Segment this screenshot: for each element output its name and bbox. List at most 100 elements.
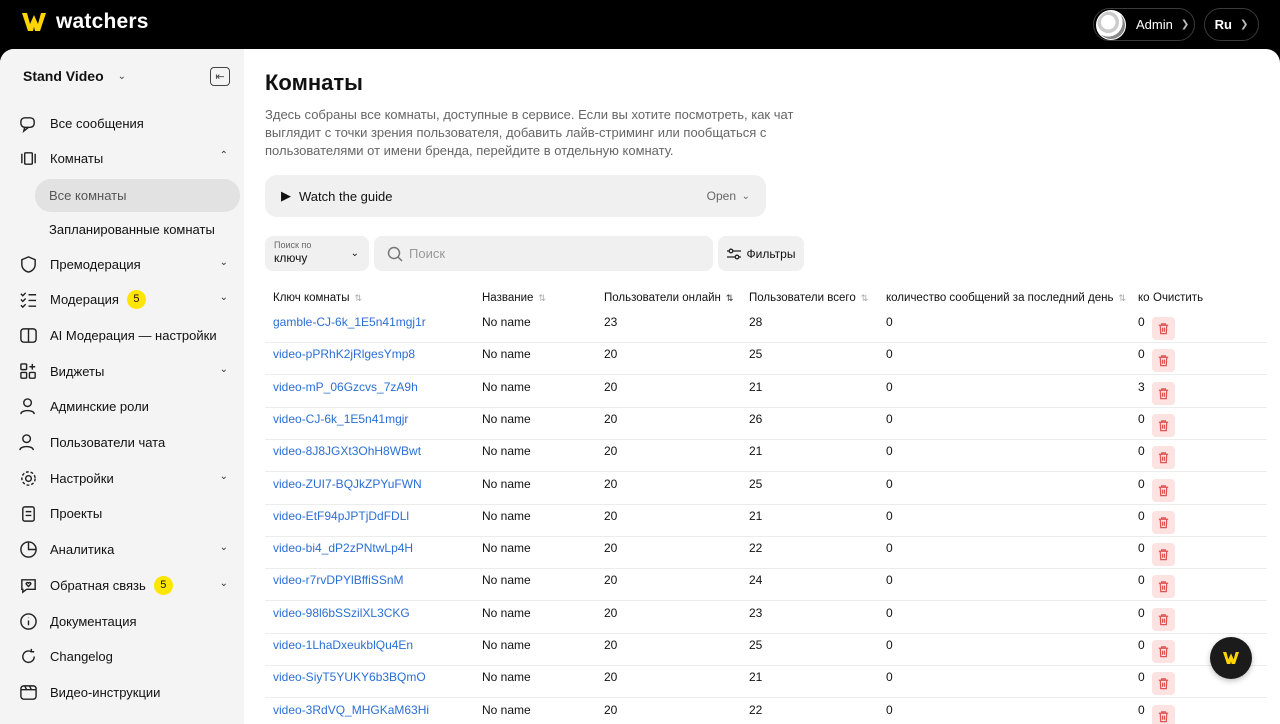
sidebar-item-premoderation[interactable]: Премодерация ⌄ [18,249,234,279]
sidebar-subitem-scheduled-rooms[interactable]: Запланированные комнаты [35,213,240,246]
search-by-select[interactable]: Поиск по ключу ⌄ [265,236,369,271]
sidebar-item-rooms[interactable]: Комнаты ⌃ [18,143,234,173]
sidebar-item-admin-roles[interactable]: Админские роли [18,391,234,421]
trash-icon [1158,484,1169,496]
messages-icon [18,113,38,133]
sort-icon: ⇅ [725,292,734,303]
guide-accordion[interactable]: ▶ Watch the guide Open ⌄ [265,175,766,217]
sidebar-item-ai-moderation[interactable]: AI Модерация — настройки [18,320,234,350]
column-header-users-total[interactable]: Пользователи всего ⇅ [749,292,868,304]
sidebar-item-video-guides[interactable]: Видео-инструкции [18,677,234,707]
table-row: video-pPRhK2jRlgesYmp8 No name 20 25 0 0 [265,343,1267,376]
sidebar-item-widgets[interactable]: Виджеты ⌄ [18,356,234,386]
language-selector[interactable]: Ru ❯ [1204,8,1259,41]
rooms-table: Ключ комнаты ⇅ Название ⇅ Пользователи онл… [265,287,1267,724]
room-key-link[interactable]: video-1LhaDxeukblQu4En [273,638,413,652]
delete-button[interactable] [1152,349,1175,373]
sidebar-item-label: Админские роли [50,398,149,414]
messages-last-day: 0 [886,541,893,556]
room-key-link[interactable]: video-r7rvDPYlBffiSSnM [273,573,404,587]
delete-button[interactable] [1152,640,1175,663]
trash-icon [1158,613,1169,625]
search-field [374,236,713,271]
delete-button[interactable] [1152,478,1175,502]
column-header-room-key[interactable]: Ключ комнаты ⇅ [273,292,362,304]
trash-icon [1158,355,1169,367]
delete-button[interactable] [1152,510,1175,534]
room-key-link[interactable]: video-CJ-6k_1E5n41mgjr [273,412,408,426]
room-name: No name [482,670,531,685]
page-description: Здесь собраны все комнаты, доступные в с… [265,107,794,158]
room-key-link[interactable]: video-mP_06Gzcvs_7zA9h [273,380,418,394]
room-key-link[interactable]: video-98l6bSSzilXL3CKG [273,606,410,620]
room-key-link[interactable]: gamble-CJ-6k_1E5n41mgj1r [273,315,426,329]
sidebar-item-label: Обратная связь [50,577,146,593]
sidebar-item-analytics[interactable]: Аналитика ⌄ [18,534,234,564]
sidebar-item-documentation[interactable]: Документация [18,606,234,636]
users-total: 21 [749,444,763,459]
truncated-value: 0 [1138,315,1145,329]
table-row: video-r7rvDPYlBffiSSnM No name 20 24 0 0 [265,569,1267,602]
table-header: Ключ комнаты ⇅ Название ⇅ Пользователи онл… [265,287,1267,311]
search-input[interactable] [409,246,699,261]
truncated-value: 0 [1138,541,1145,556]
users-online: 20 [604,508,618,523]
truncated-value: 0 [1138,702,1145,717]
sidebar-item-all-messages[interactable]: Все сообщения [18,108,234,138]
users-total: 28 [749,315,763,329]
sort-icon: ⇅ [354,292,363,303]
room-key-link[interactable]: video-pPRhK2jRlgesYmp8 [273,347,415,361]
room-key-link[interactable]: video-EtF94pJPTjDdFDLl [273,509,409,523]
chevron-up-icon: ⌃ [219,150,228,161]
guide-open-label: Open [706,189,736,203]
sidebar-item-changelog[interactable]: Changelog [18,641,234,671]
user-menu-button[interactable]: Admin ❯ [1093,8,1195,41]
chevron-down-icon: ⌄ [350,248,359,259]
column-header-truncated[interactable]: ко [1138,292,1150,304]
delete-button[interactable] [1152,317,1175,340]
sidebar-item-moderation[interactable]: Модерация 5 ⌄ [18,284,234,314]
sidebar-item-feedback[interactable]: Обратная связь 5 ⌄ [18,570,234,600]
collapse-sidebar-button[interactable]: ⇤ [210,67,230,86]
search-by-value: ключу [274,251,308,265]
delete-button[interactable] [1152,704,1175,724]
sidebar-item-settings[interactable]: Настройки ⌄ [18,463,234,493]
filters-button[interactable]: Фильтры [718,236,804,271]
column-header-users-online[interactable]: Пользователи онлайн ⇅ [604,292,733,304]
delete-button[interactable] [1152,543,1175,567]
room-key-link[interactable]: video-bi4_dP2zPNtwLp4H [273,541,413,555]
sidebar-item-chat-users[interactable]: Пользователи чата [18,427,234,457]
play-icon: ▶ [281,188,291,203]
sort-icon: ⇅ [860,292,869,303]
users-total: 21 [749,508,763,523]
project-selector[interactable]: Stand Video ⌄ [23,68,126,84]
column-header-name[interactable]: Название ⇅ [482,292,546,304]
column-header-messages-last-day[interactable]: количество сообщений за последний день ⇅ [886,292,1126,304]
users-online: 20 [604,444,618,459]
collapse-icon: ⇤ [215,71,225,83]
delete-button[interactable] [1152,413,1175,437]
support-chat-button[interactable] [1210,637,1252,679]
delete-button[interactable] [1152,575,1175,599]
room-key-link[interactable]: video-SiyT5YUKY6b3BQmO [273,670,426,684]
info-icon [18,611,38,631]
messages-last-day: 0 [886,702,893,717]
room-name: No name [482,476,531,491]
app-shell: Stand Video ⌄ ⇤ Все сообщения Комнаты ⌃ … [0,49,1280,724]
sidebar-subitem-all-rooms[interactable]: Все комнаты [35,179,240,212]
sidebar-subitem-label: Все комнаты [49,188,127,203]
delete-button[interactable] [1152,607,1175,631]
trash-icon [1158,710,1169,722]
sidebar-item-projects[interactable]: Проекты [18,498,234,528]
delete-button[interactable] [1152,446,1175,470]
room-key-link[interactable]: video-ZUI7-BQJkZPYuFWN [273,477,422,491]
logo[interactable]: watchers [20,10,149,34]
room-key-link[interactable]: video-3RdVQ_MHGKaM63Hi [273,703,429,717]
room-key-link[interactable]: video-8J8JGXt3OhH8WBwt [273,444,421,458]
delete-button[interactable] [1152,672,1175,696]
messages-last-day: 0 [886,315,893,329]
delete-button[interactable] [1152,381,1175,405]
sidebar-item-label: Комнаты [50,150,104,166]
sidebar-item-label: Все сообщения [50,115,144,131]
sidebar-item-label: Виджеты [50,363,105,379]
